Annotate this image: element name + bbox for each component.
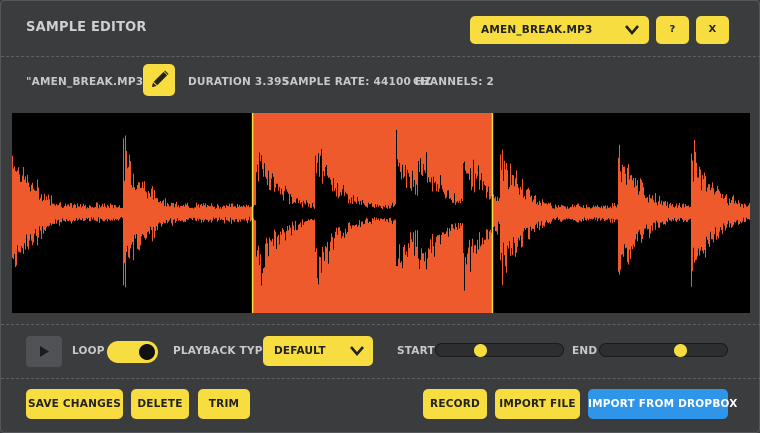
help-button[interactable]: ?: [656, 16, 689, 44]
chevron-down-icon: [350, 346, 364, 356]
save-changes-button[interactable]: SAVE CHANGES: [26, 389, 123, 419]
import-from-dropbox-button[interactable]: IMPORT FROM DROPBOX: [588, 389, 737, 419]
end-label: END: [572, 345, 598, 357]
file-name-label: "AMEN_BREAK.MP3": [26, 76, 149, 88]
rename-button[interactable]: [143, 64, 175, 96]
end-slider-thumb[interactable]: [674, 344, 687, 357]
header-bar: SAMPLE EDITOR AMEN_BREAK.MP3 ? X: [1, 1, 760, 57]
import-file-button[interactable]: IMPORT FILE: [495, 389, 580, 419]
trim-button[interactable]: TRIM: [198, 389, 250, 419]
sample-rate-label: SAMPLE RATE: 44100 HZ: [282, 76, 432, 88]
footer-divider: [1, 378, 760, 379]
file-info-bar: "AMEN_BREAK.MP3" DURATION 3.395 SAMPLE R…: [1, 57, 760, 107]
start-slider-thumb[interactable]: [474, 344, 488, 357]
play-button[interactable]: [26, 336, 62, 367]
record-button[interactable]: RECORD: [423, 389, 487, 419]
channels-label: CHANNELS: 2: [413, 76, 494, 88]
waveform-canvas: [12, 113, 750, 313]
controls-divider: [1, 324, 760, 325]
toggle-knob: [139, 344, 155, 360]
start-label: START: [397, 345, 435, 357]
playback-type-label: PLAYBACK TYPE: [173, 345, 270, 357]
sample-editor-window: SAMPLE EDITOR AMEN_BREAK.MP3 ? X "AMEN_B…: [0, 0, 760, 433]
loop-label: LOOP: [72, 345, 105, 357]
end-slider[interactable]: [599, 343, 728, 357]
waveform-display[interactable]: [12, 113, 750, 313]
delete-button[interactable]: DELETE: [131, 389, 189, 419]
file-select[interactable]: AMEN_BREAK.MP3: [470, 16, 649, 44]
play-icon: [40, 346, 49, 357]
loop-toggle[interactable]: [107, 341, 158, 363]
duration-label: DURATION 3.395: [188, 76, 290, 88]
start-slider[interactable]: [435, 343, 564, 357]
playback-type-value: DEFAULT: [274, 345, 326, 357]
window-title: SAMPLE EDITOR: [26, 20, 147, 35]
playback-type-select[interactable]: DEFAULT: [263, 336, 373, 366]
pencil-icon: [151, 70, 169, 88]
file-select-value: AMEN_BREAK.MP3: [481, 24, 593, 36]
chevron-down-icon: [625, 25, 639, 35]
close-button[interactable]: X: [696, 16, 729, 44]
